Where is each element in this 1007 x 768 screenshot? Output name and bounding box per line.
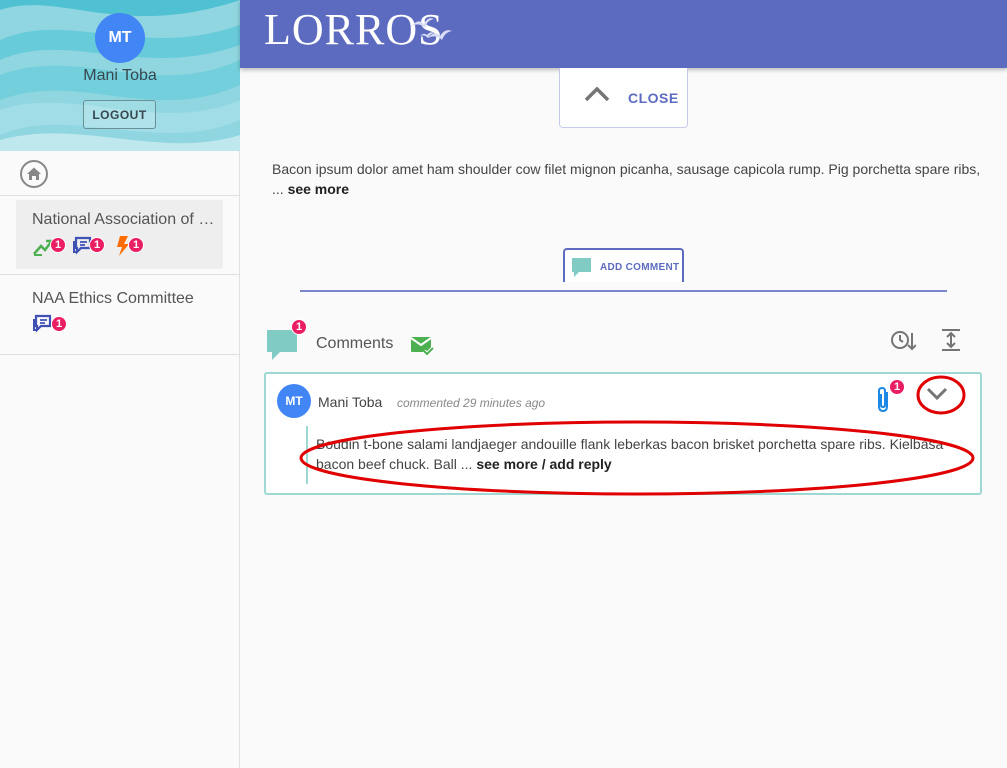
notification-badge: 1 [128, 237, 144, 253]
mail-check-icon[interactable] [410, 335, 436, 357]
sidebar-item-naa-ethics-committee[interactable]: NAA Ethics Committee 1 [0, 275, 239, 354]
home-row [0, 152, 239, 196]
add-comment-label: ADD COMMENT [600, 262, 680, 273]
notification-badge: 1 [51, 316, 67, 332]
chevron-down-icon[interactable] [926, 386, 948, 402]
sidebar-item-label: NAA Ethics Committee [32, 290, 194, 307]
comments-count-badge: 1 [291, 319, 307, 335]
see-more-add-reply-link[interactable]: see more / add reply [476, 456, 611, 472]
expand-all-icon[interactable] [940, 328, 962, 352]
sidebar-item-national-association[interactable]: National Association of Realtors 1 1 1 [16, 200, 223, 269]
top-app-bar: LORROS [240, 0, 1007, 68]
description-text: Bacon ipsum dolor amet ham shoulder cow … [272, 159, 982, 199]
comment-icon [572, 258, 591, 277]
see-more-link[interactable]: see more [288, 181, 349, 197]
user-avatar[interactable]: MT [95, 13, 145, 63]
comment-author-avatar: MT [277, 384, 311, 418]
sidebar: MT Mani Toba LOGOUT National Association… [0, 0, 240, 768]
divider [300, 290, 947, 292]
comment-card: MT Mani Toba commented 29 minutes ago 1 … [264, 372, 982, 495]
chevron-up-icon [584, 86, 610, 102]
comment-text: Boudin t-bone salami landjaeger andouill… [316, 434, 966, 474]
attachment-count-badge: 1 [889, 379, 905, 395]
add-comment-button[interactable]: ADD COMMENT [563, 248, 684, 282]
comment-author: Mani Toba [318, 394, 383, 410]
sidebar-item-label: National Association of Realtors [32, 211, 222, 228]
profile-header: MT Mani Toba LOGOUT [0, 0, 240, 151]
description-body: Bacon ipsum dolor amet ham shoulder cow … [272, 161, 981, 197]
logout-button[interactable]: LOGOUT [83, 100, 156, 129]
comment-quote-bar [306, 426, 308, 484]
close-label: CLOSE [628, 90, 679, 106]
comments-heading: Comments [316, 335, 394, 352]
sort-by-time-icon[interactable] [890, 329, 916, 353]
comment-body: Boudin t-bone salami landjaeger andouill… [316, 436, 944, 472]
divider [0, 354, 239, 355]
user-name: Mani Toba [83, 67, 157, 84]
notification-badge: 1 [50, 237, 66, 253]
notification-badge: 1 [89, 237, 105, 253]
birds-logo-icon [412, 18, 452, 40]
close-panel-button[interactable]: CLOSE [559, 68, 688, 128]
home-icon[interactable] [19, 159, 49, 189]
comment-timestamp: commented 29 minutes ago [397, 396, 546, 410]
